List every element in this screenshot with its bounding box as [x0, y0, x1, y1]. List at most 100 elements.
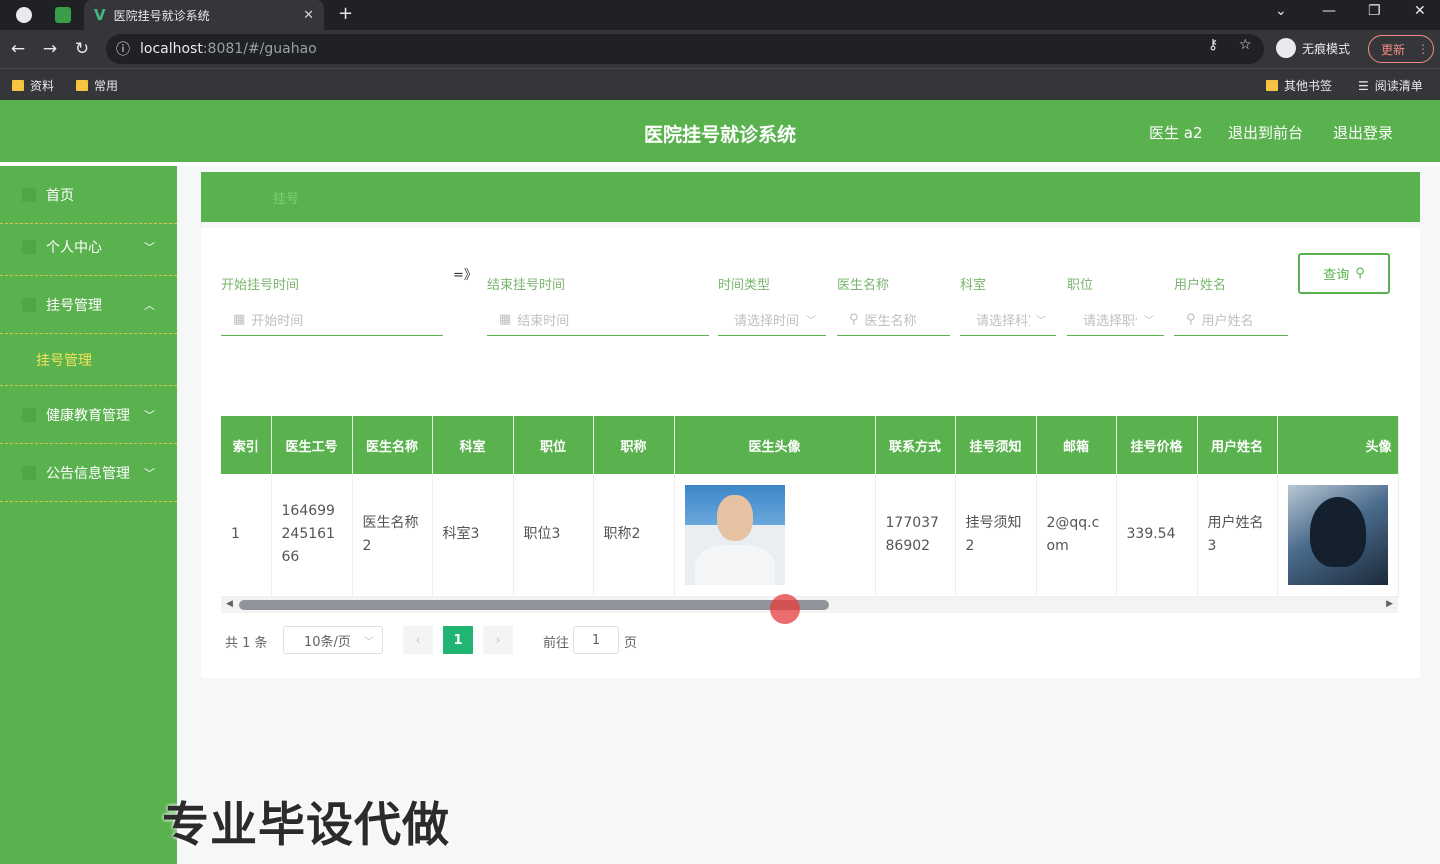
update-label: 更新 — [1381, 42, 1406, 57]
sidebar-item-label: 首页 — [46, 187, 74, 204]
user-icon — [22, 239, 36, 254]
time-type-select[interactable]: 请选择时间 ﹀ — [718, 304, 826, 336]
department-select[interactable]: 请选择科室 ﹀ — [960, 304, 1056, 336]
goto-label: 前往 — [543, 635, 570, 651]
logout-link[interactable]: 退出登录 — [1333, 122, 1393, 143]
position-label: 职位 — [1067, 278, 1094, 293]
cell-price: 339.54 — [1116, 474, 1198, 597]
user-name-label: 用户姓名 — [1174, 278, 1227, 293]
cell-doctor-id: 16469924516166 — [271, 474, 353, 597]
time-type-placeholder: 请选择时间 — [734, 314, 798, 329]
column-header: 医生名称 — [352, 416, 433, 474]
position-placeholder: 请选择职位 — [1083, 314, 1137, 329]
url-host: localhost — [140, 41, 203, 57]
position-select[interactable]: 请选择职位 ﹀ — [1067, 304, 1164, 336]
browser-globe-icon[interactable] — [16, 7, 32, 23]
user-photo[interactable] — [1287, 484, 1388, 585]
chevron-down-icon: ﹀ — [364, 636, 374, 648]
department-label: 科室 — [960, 278, 987, 293]
restore-icon[interactable]: ❐ — [1368, 3, 1381, 19]
registration-icon — [22, 297, 36, 312]
query-button[interactable]: 查询 ⚲ — [1298, 253, 1390, 294]
tab-search-icon[interactable]: ⌄ — [1275, 3, 1287, 19]
bookmark-item[interactable]: 常用 — [76, 77, 118, 94]
folder-icon — [76, 80, 88, 91]
chevron-down-icon: ﹀ — [144, 240, 155, 254]
window-close-icon[interactable]: ✕ — [1414, 3, 1426, 19]
goto-page-input[interactable]: 1 — [573, 626, 619, 654]
sidebar-item-label: 健康教育管理 — [46, 407, 130, 424]
end-time-placeholder: 结束时间 — [517, 314, 570, 329]
sidebar-item-label: 个人中心 — [46, 239, 102, 256]
doctor-photo[interactable] — [684, 484, 785, 585]
scroll-right-icon[interactable]: ▶ — [1386, 599, 1393, 609]
folder-icon — [12, 80, 24, 91]
column-header: 用户姓名 — [1197, 416, 1278, 474]
reload-icon[interactable]: ↻ — [66, 39, 98, 59]
column-header: 挂号须知 — [955, 416, 1037, 474]
chevron-down-icon: ﹀ — [806, 316, 816, 327]
update-button[interactable]: 更新 ⋮ — [1368, 35, 1434, 63]
doctor-name-input[interactable]: ⚲ 医生名称 — [837, 304, 950, 336]
cursor-highlight — [770, 594, 800, 624]
reading-list-icon: ☰ — [1358, 78, 1369, 93]
site-info-icon[interactable]: ⓘ — [116, 39, 130, 59]
doctor-name-label: 医生名称 — [837, 278, 890, 293]
address-bar-row: ← → ↻ ⓘ localhost:8081/#/guahao ⚷ ☆ 无痕模式… — [0, 30, 1440, 68]
prev-page-button[interactable]: ‹ — [403, 626, 433, 654]
incognito-label: 无痕模式 — [1302, 41, 1351, 56]
browser-tab[interactable]: V 医院挂号就诊系统 ✕ — [84, 0, 324, 30]
column-header: 邮箱 — [1036, 416, 1117, 474]
sidebar-item-health-education[interactable]: 健康教育管理 ﹀ — [0, 386, 177, 444]
sidebar-item-registration[interactable]: 挂号管理 ︿ — [0, 276, 177, 334]
new-tab-button[interactable]: + — [338, 3, 353, 24]
pagination-total: 共 1 条 — [225, 635, 268, 651]
app-header: 医院挂号就诊系统 医生 a2 退出到前台 退出登录 — [0, 100, 1440, 162]
reading-list[interactable]: ☰ 阅读清单 — [1358, 77, 1423, 94]
end-time-input[interactable]: ▦ 结束时间 — [487, 304, 709, 336]
tab-close-icon[interactable]: ✕ — [303, 8, 314, 23]
extension-icon[interactable] — [55, 7, 71, 23]
table-row[interactable]: 1 16469924516166 医生名称2 科室3 职位3 职称2 17703… — [221, 474, 1399, 597]
scroll-left-icon[interactable]: ◀ — [226, 599, 233, 609]
bookmark-item[interactable]: 资料 — [12, 77, 54, 94]
sidebar-item-home[interactable]: 首页 — [0, 166, 177, 224]
incognito-indicator[interactable]: 无痕模式 — [1276, 38, 1350, 58]
page-number-1[interactable]: 1 — [443, 626, 473, 654]
sidebar-subitem-registration[interactable]: 挂号管理 — [0, 334, 177, 386]
incognito-icon — [1276, 38, 1296, 58]
bookmark-star-icon[interactable]: ☆ — [1239, 37, 1252, 53]
cell-position: 职位3 — [513, 474, 594, 597]
scrollbar-thumb[interactable] — [239, 600, 829, 610]
sidebar-item-label: 公告信息管理 — [46, 465, 130, 482]
chevron-left-icon: ‹ — [415, 633, 421, 647]
key-icon[interactable]: ⚷ — [1208, 37, 1218, 53]
column-header: 联系方式 — [875, 416, 956, 474]
cell-phone: 17703786902 — [875, 474, 956, 597]
search-icon: ⚲ — [849, 312, 859, 327]
minimize-icon[interactable]: — — [1322, 3, 1336, 19]
other-bookmarks[interactable]: 其他书签 — [1266, 77, 1332, 94]
registration-table: 索引 医生工号 医生名称 科室 职位 职称 医生头像 联系方式 挂号须知 邮箱 … — [221, 416, 1399, 597]
cell-department: 科室3 — [432, 474, 514, 597]
url-field[interactable]: ⓘ localhost:8081/#/guahao — [106, 34, 1264, 64]
breadcrumb-item[interactable]: 挂号 — [273, 188, 299, 207]
forward-icon[interactable]: → — [34, 39, 66, 59]
calendar-icon: ▦ — [233, 312, 246, 327]
start-time-input[interactable]: ▦ 开始时间 — [221, 304, 443, 336]
chevron-up-icon: ︿ — [144, 298, 155, 312]
sidebar-item-profile[interactable]: 个人中心 ﹀ — [0, 218, 177, 276]
next-page-button[interactable]: › — [483, 626, 513, 654]
url-path: :8081/#/guahao — [202, 41, 317, 57]
department-placeholder: 请选择科室 — [976, 314, 1030, 329]
user-name-input[interactable]: ⚲ 用户姓名 — [1174, 304, 1288, 336]
cell-doctor-photo — [674, 474, 876, 597]
content-card: 开始挂号时间 ▦ 开始时间 =》 结束挂号时间 ▦ 结束时间 时间类型 请选择时间 ﹀… — [201, 228, 1420, 678]
back-to-front-link[interactable]: 退出到前台 — [1228, 122, 1303, 143]
page-size-select[interactable]: 10条/页 ﹀ — [283, 626, 383, 654]
chevron-down-icon: ﹀ — [144, 466, 155, 480]
horizontal-scrollbar[interactable]: ◀ ▶ — [221, 597, 1398, 613]
back-icon[interactable]: ← — [2, 39, 34, 59]
sidebar-item-announcements[interactable]: 公告信息管理 ﹀ — [0, 444, 177, 502]
calendar-icon: ▦ — [499, 312, 512, 327]
